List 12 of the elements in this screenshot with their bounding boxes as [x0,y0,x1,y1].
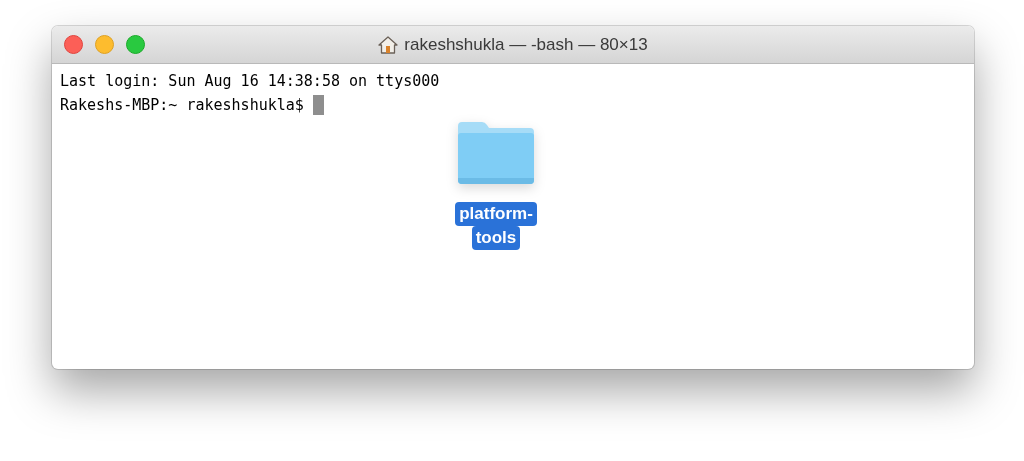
text-cursor [312,95,324,115]
terminal-line: Last login: Sun Aug 16 14:38:58 on ttys000 [60,72,440,90]
terminal-area[interactable]: Last login: Sun Aug 16 14:38:58 on ttys000 Rakeshs-MBP:~ rakeshshukla$ platform- tools [52,64,974,369]
folder-label[interactable]: tools [471,226,521,250]
window-title: rakeshshukla — -bash — 80×13 [404,34,648,55]
close-button[interactable] [64,35,83,54]
terminal-line: Rakeshs-MBP:~ rakeshshukla$ [60,96,304,114]
folder-icon[interactable] [456,120,536,186]
house-icon [378,35,399,54]
folder-label[interactable]: platform- [455,202,537,226]
zoom-button[interactable] [126,35,145,54]
minimize-button[interactable] [95,35,114,54]
